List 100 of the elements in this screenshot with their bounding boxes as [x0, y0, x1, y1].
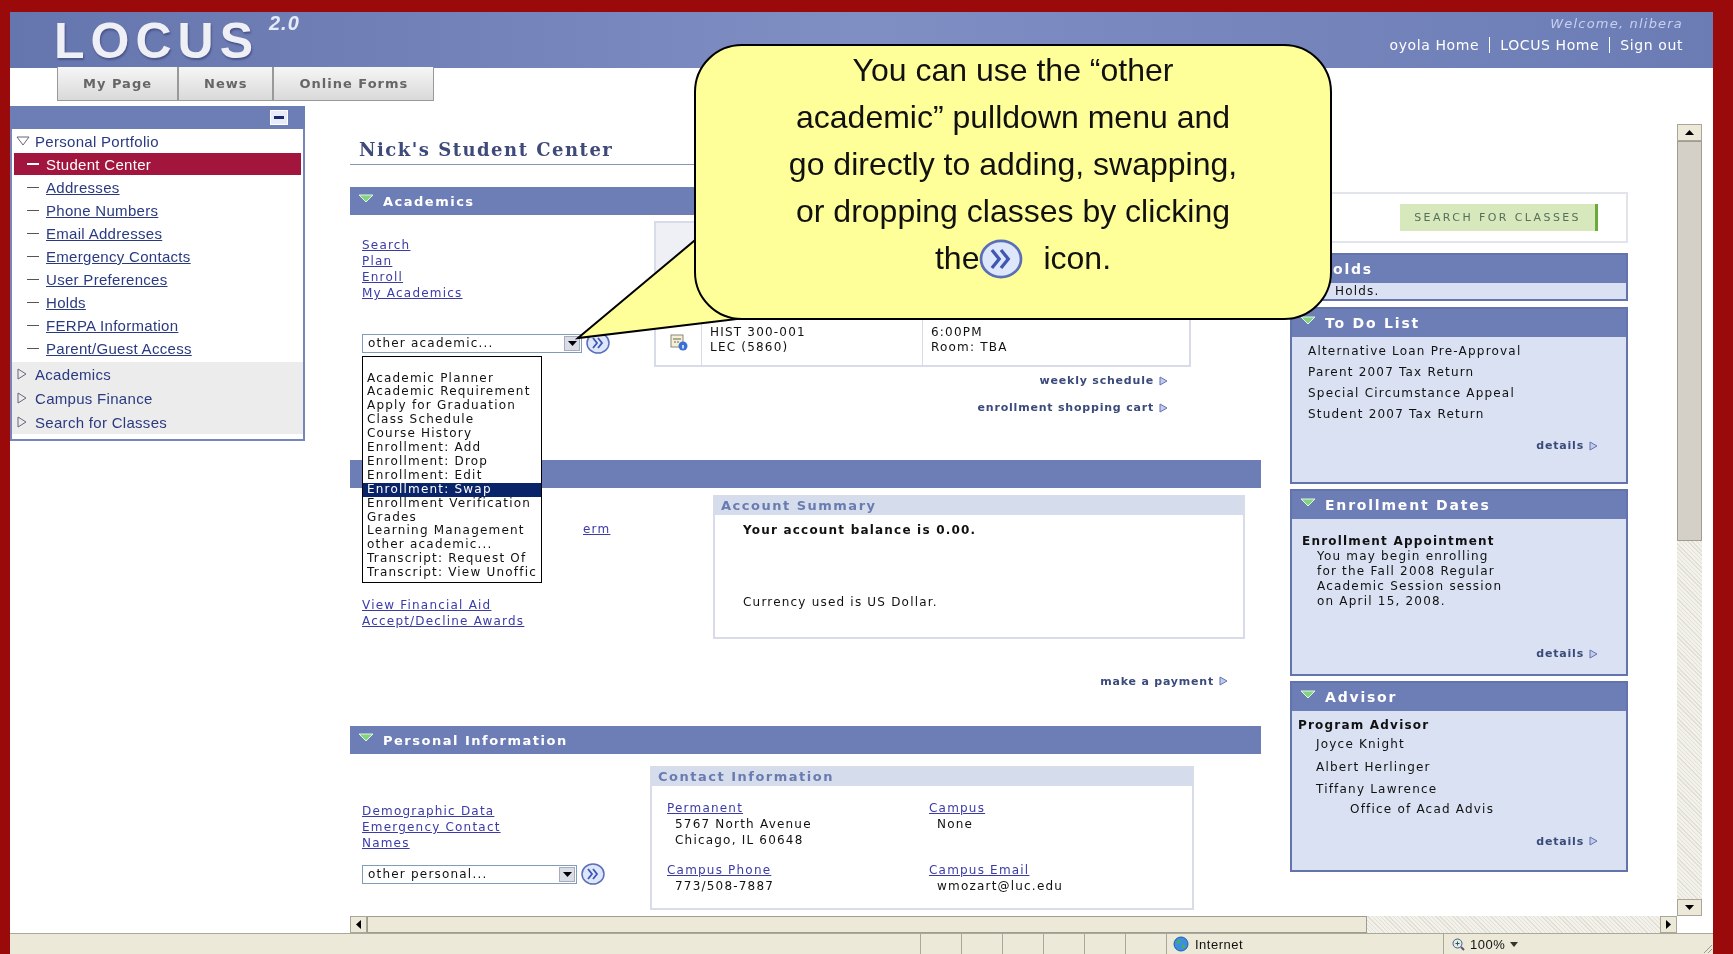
dropdown-option[interactable]: Apply for Graduation	[363, 399, 541, 414]
callout-text: icon.	[1043, 240, 1112, 277]
panel-title: Advisor	[1325, 689, 1398, 705]
panel-title: Account Summary	[715, 497, 1243, 515]
right-triangle-icon	[1159, 375, 1168, 386]
left-arrow-icon	[356, 920, 361, 929]
callout-text: the	[934, 240, 980, 277]
dash-icon	[27, 209, 39, 212]
right-triangle-icon	[1159, 402, 1168, 413]
zoom-level[interactable]: 100%	[1470, 936, 1506, 952]
details-link[interactable]: details	[1536, 834, 1598, 848]
resize-grip-icon	[1701, 942, 1713, 954]
link[interactable]: weekly schedule	[1039, 374, 1168, 387]
link[interactable]: Enroll	[362, 269, 404, 285]
horizontal-scrollbar[interactable]	[350, 916, 1677, 933]
collapse-button[interactable]	[270, 110, 288, 125]
link[interactable]: enrollment shopping cart	[977, 401, 1168, 414]
down-arrow-icon	[1685, 905, 1694, 910]
link[interactable]: My Academics	[362, 285, 463, 301]
dropdown-option[interactable]: Enrollment: Drop	[363, 454, 541, 469]
link[interactable]: Demographic Data	[362, 803, 495, 819]
right-triangle-icon	[1589, 440, 1598, 451]
dropdown-option[interactable]: Grades	[363, 510, 541, 525]
up-arrow-icon	[1685, 130, 1694, 135]
scroll-right-button[interactable]	[1660, 916, 1677, 933]
scroll-left-button[interactable]	[350, 916, 367, 933]
sidebar-item[interactable]: Addresses	[14, 176, 301, 199]
sidebar-item[interactable]: Parent/Guest Access	[14, 337, 301, 360]
currency-text: Currency used is US Dollar.	[742, 594, 939, 609]
link[interactable]: Permanent	[667, 800, 744, 816]
go-button[interactable]	[581, 863, 605, 885]
tab[interactable]: News	[178, 67, 274, 101]
dropdown-field[interactable]: other academic...	[362, 333, 582, 353]
sidebar-group[interactable]: Academics	[35, 365, 112, 383]
down-triangle-icon[interactable]	[16, 135, 30, 147]
scroll-down-button[interactable]	[1677, 899, 1702, 916]
down-triangle-icon	[1300, 689, 1316, 699]
search-for-classes-button[interactable]: SEARCH FOR CLASSES	[1400, 204, 1598, 231]
link[interactable]: Emergency Contact	[362, 819, 501, 835]
panel-title: Enrollment Dates	[1325, 497, 1491, 513]
right-triangle-icon	[1219, 676, 1228, 686]
dash-icon	[27, 301, 39, 304]
link[interactable]: Search	[362, 237, 411, 253]
advisor-name: Tiffany Lawrence	[1315, 781, 1438, 798]
contact-value: 5767 North Avenue	[674, 816, 812, 832]
dropdown-option[interactable]: Class Schedule	[363, 413, 541, 428]
dropdown-option[interactable]: Academic Planner	[363, 371, 541, 386]
link[interactable]: Campus Email	[929, 862, 1030, 878]
dash-icon	[27, 163, 39, 165]
link[interactable]: Names	[362, 835, 410, 851]
down-triangle-icon	[1300, 497, 1316, 507]
dash-icon	[27, 186, 39, 189]
header-link[interactable]: LOCUS Home	[1500, 37, 1600, 53]
to-do-item: Student 2007 Tax Return	[1308, 406, 1485, 423]
dropdown-option[interactable]: Learning Management	[363, 524, 541, 539]
link[interactable]: erm	[583, 521, 713, 537]
dropdown-option[interactable]: Enrollment Verification	[363, 496, 541, 511]
link[interactable]: Campus Phone	[667, 862, 772, 878]
sidebar-item[interactable]: Emergency Contacts	[14, 245, 301, 268]
dropdown-option[interactable]: Enrollment: Add	[363, 441, 541, 455]
sidebar-group[interactable]: Personal Portfolio	[35, 132, 159, 150]
scrollbar-thumb[interactable]	[1677, 141, 1702, 541]
zoom-icon	[1452, 937, 1465, 951]
tab[interactable]: My Page	[57, 67, 178, 101]
dropdown-option[interactable]: Enrollment: Edit	[363, 468, 541, 483]
link[interactable]: Campus	[929, 800, 986, 816]
dropdown-field[interactable]: other personal...	[362, 864, 577, 884]
sidebar-item[interactable]: FERPA Information	[14, 314, 301, 337]
scroll-up-button[interactable]	[1677, 124, 1702, 141]
link[interactable]: Plan	[362, 253, 393, 269]
dropdown-option[interactable]: other academic...	[363, 538, 541, 553]
tab[interactable]: Online Forms	[273, 67, 435, 101]
dropdown-option[interactable]: Academic Requirement	[363, 385, 541, 400]
header-link[interactable]: oyola Home	[1389, 37, 1480, 53]
to-do-item: Parent 2007 Tax Return	[1308, 364, 1475, 381]
scrollbar-thumb[interactable]	[367, 916, 1367, 933]
details-link[interactable]: details	[1536, 647, 1598, 660]
dash-icon	[27, 278, 39, 281]
dropdown-option[interactable]: Enrollment: Swap	[363, 482, 541, 497]
welcome-text: Welcome, nlibera	[1550, 16, 1683, 31]
sidebar-item[interactable]: Student Center	[14, 153, 301, 175]
contact-value: 773/508-7887	[674, 878, 775, 894]
dropdown-option[interactable]: Transcript: View Unoffic	[363, 566, 541, 581]
header-link[interactable]: Sign out	[1620, 37, 1683, 53]
sidebar-item[interactable]: Phone Numbers	[14, 199, 301, 222]
sidebar-item[interactable]: Holds	[14, 291, 301, 314]
link[interactable]: Accept/Decline Awards	[362, 613, 525, 629]
vertical-scrollbar[interactable]	[1677, 124, 1702, 916]
dropdown-option[interactable]: Transcript: Request Of	[363, 552, 541, 567]
right-triangle-icon	[1589, 648, 1598, 659]
advisor-name: Albert Herlinger	[1315, 758, 1431, 776]
advisor-office: Office of Acad Advis	[1349, 800, 1495, 817]
dropdown-option[interactable]: Course History	[363, 427, 541, 442]
appointment-heading: Enrollment Appointment	[1302, 533, 1495, 549]
sidebar-item[interactable]: Email Addresses	[14, 222, 301, 245]
sidebar-item[interactable]: User Preferences	[14, 268, 301, 291]
link[interactable]: View Financial Aid	[362, 597, 492, 613]
link[interactable]: make a payment	[1100, 658, 1228, 704]
caret-icon[interactable]	[1510, 941, 1519, 947]
details-link[interactable]: details	[1536, 439, 1598, 452]
